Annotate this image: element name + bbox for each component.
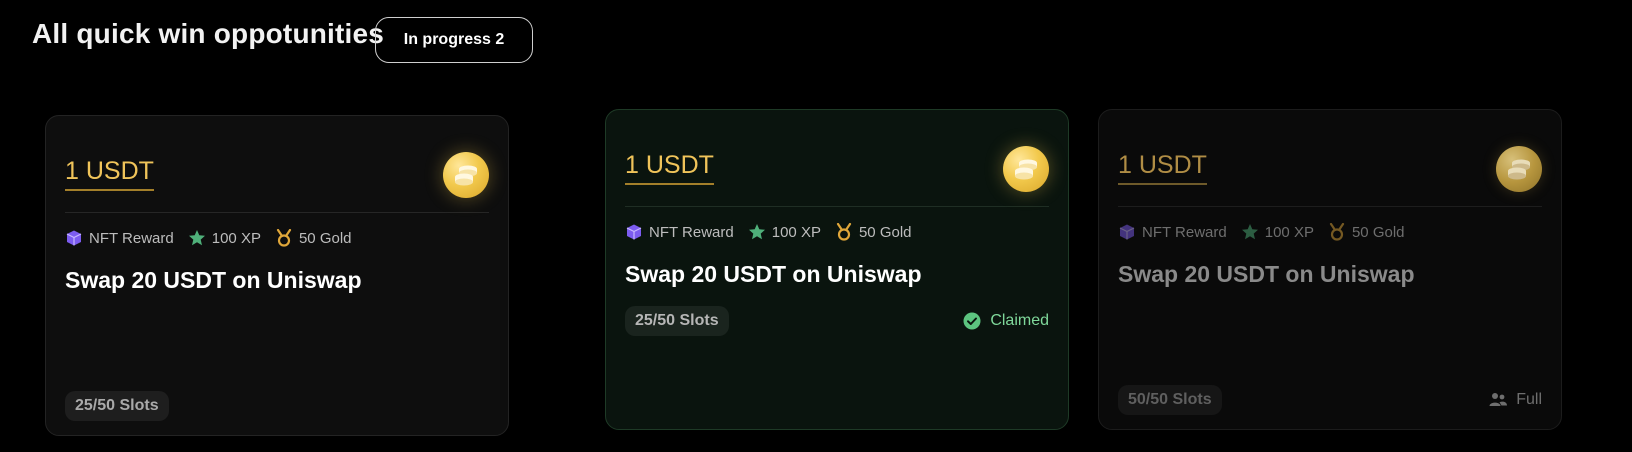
task-title: Swap 20 USDT on Uniswap (625, 261, 922, 287)
medal-icon (276, 229, 292, 247)
cube-icon (626, 224, 642, 240)
reward-gold: 50 Gold (1328, 223, 1405, 241)
reward-label: NFT Reward (1142, 223, 1227, 241)
star-icon (1241, 224, 1258, 240)
reward-label: 50 Gold (298, 229, 352, 247)
rewards-row: NFT Reward 100 XP 50 Gold (625, 221, 1049, 243)
card-header: 1 USDT (625, 128, 1049, 207)
star-icon (748, 224, 765, 240)
reward-label: 100 XP (1264, 223, 1314, 241)
full-status: Full (1488, 390, 1542, 410)
cube-icon (66, 230, 82, 246)
cube-icon (1119, 224, 1135, 240)
reward-label: 50 Gold (1351, 223, 1405, 241)
reward-label: NFT Reward (89, 229, 174, 247)
card-footer: 25/50 Slots Claimed (625, 306, 1049, 336)
card-header: 1 USDT (65, 134, 489, 213)
opportunity-card[interactable]: 1 USDT NFT Reward 100 XP 50 Gold Swap 20… (1098, 109, 1562, 430)
coins-icon (443, 152, 489, 198)
opportunity-card[interactable]: 1 USDT NFT Reward 100 XP 50 Gold Swap 20… (605, 109, 1069, 430)
rewards-row: NFT Reward 100 XP 50 Gold (1118, 221, 1542, 243)
reward-gold: 50 Gold (275, 229, 352, 247)
reward-amount: 1 USDT (65, 157, 154, 191)
reward-gold: 50 Gold (835, 223, 912, 241)
coins-icon (1003, 146, 1049, 192)
task-title: Swap 20 USDT on Uniswap (1118, 261, 1415, 287)
coins-icon (1496, 146, 1542, 192)
reward-xp: 100 XP (188, 229, 261, 247)
reward-nft: NFT Reward (1118, 223, 1227, 241)
opportunity-card[interactable]: 1 USDT NFT Reward 100 XP 50 Gold Swap 20… (45, 115, 509, 436)
medal-icon (836, 223, 852, 241)
reward-xp: 100 XP (1241, 223, 1314, 241)
medal-icon (1329, 223, 1345, 241)
task-title: Swap 20 USDT on Uniswap (65, 267, 362, 293)
card-footer: 50/50 Slots Full (1118, 385, 1542, 415)
reward-label: 100 XP (211, 229, 261, 247)
reward-label: 50 Gold (858, 223, 912, 241)
in-progress-filter-button[interactable]: In progress 2 (375, 17, 533, 63)
users-icon (1489, 393, 1508, 406)
card-header: 1 USDT (1118, 128, 1542, 207)
slots-badge: 25/50 Slots (625, 306, 729, 336)
reward-nft: NFT Reward (625, 223, 734, 241)
reward-xp: 100 XP (748, 223, 821, 241)
check-circle-icon (963, 312, 981, 330)
slots-badge: 25/50 Slots (65, 391, 169, 421)
star-icon (188, 230, 205, 246)
claimed-status: Claimed (962, 311, 1049, 331)
reward-nft: NFT Reward (65, 229, 174, 247)
reward-amount: 1 USDT (625, 151, 714, 185)
page-title: All quick win oppotunities (32, 18, 385, 49)
reward-label: 100 XP (771, 223, 821, 241)
slots-badge: 50/50 Slots (1118, 385, 1222, 415)
status-label: Claimed (990, 312, 1049, 329)
reward-label: NFT Reward (649, 223, 734, 241)
reward-amount: 1 USDT (1118, 151, 1207, 185)
status-label: Full (1516, 391, 1542, 408)
rewards-row: NFT Reward 100 XP 50 Gold (65, 227, 489, 249)
